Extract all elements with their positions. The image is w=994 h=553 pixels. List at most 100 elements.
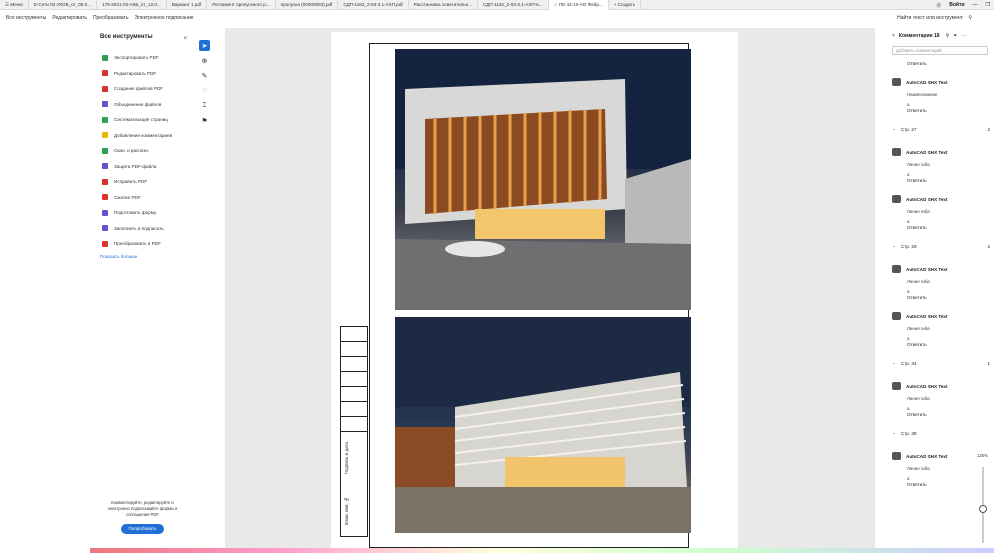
tool-item[interactable]: Преобразовать в PDF xyxy=(90,236,195,252)
close-icon[interactable]: × xyxy=(892,33,895,39)
tab-item[interactable]: + Создать xyxy=(609,0,642,10)
comments-panel: × Комментарии 18 ⚲ ⏷ ⋯ Добавить коммента… xyxy=(886,28,994,548)
avatar xyxy=(892,148,901,156)
menu-all-tools[interactable]: Все инструменты xyxy=(6,15,46,21)
stamp-icon[interactable]: ⚑ xyxy=(199,115,210,126)
comment-item[interactable]: AutoCAD SHX Text Линия гиба а Ответить xyxy=(886,312,994,347)
tab-item[interactable]: E-Сети 03 УКОБ_от_05.0... xyxy=(29,0,98,10)
promo-box: Комментируйте, редактируйте и электронно… xyxy=(100,500,185,534)
tab-item[interactable]: СДП-1162_2-03-3.1-АХП-в... xyxy=(478,0,549,10)
pen-icon[interactable]: ✎ xyxy=(199,70,210,81)
comment-item[interactable]: AutoCAD SHX Text Наименование а Ответить xyxy=(886,78,994,113)
comment-sub: а xyxy=(907,336,910,341)
panel-title: Все инструменты xyxy=(100,34,153,40)
tab-item[interactable]: 179-2021-03-АКБ_от_12.0... xyxy=(97,0,167,10)
promo-text: Комментируйте, редактируйте и электронно… xyxy=(107,500,178,517)
document-viewer[interactable]: Подпись и дата Взам. инв. № xyxy=(225,28,875,548)
zoom-slider-knob[interactable] xyxy=(979,505,987,513)
show-more-link[interactable]: Показать больше xyxy=(100,254,195,259)
tool-item[interactable]: Защита PDF-файла xyxy=(90,159,195,175)
filter-icon[interactable]: ⏷ xyxy=(953,33,957,39)
tool-icon xyxy=(102,240,108,247)
avatar xyxy=(892,452,901,460)
comment-text: Линия гиба xyxy=(907,466,930,471)
tab-item[interactable]: Вариант 1.pdf xyxy=(167,0,208,10)
menu-edit[interactable]: Редактировать xyxy=(52,15,87,21)
close-icon[interactable]: × xyxy=(183,36,187,42)
more-icon[interactable]: ⋯ xyxy=(961,33,966,39)
document-scrollbar[interactable] xyxy=(879,28,883,548)
search-icon[interactable]: ⚲ xyxy=(946,33,950,39)
tab-item[interactable]: Расстановка осветительн... xyxy=(409,0,479,10)
cursor-icon[interactable]: ➤ xyxy=(199,40,210,51)
comment-item[interactable]: AutoCAD SHX Text Линия гиба а Ответить xyxy=(886,195,994,230)
tab-item[interactable]: ☆ ПЕ 42-10-АО Фабр... xyxy=(548,0,609,10)
comment-item[interactable]: AutoCAD SHX Text Линия гиба а Ответить xyxy=(886,148,994,183)
reply-link[interactable]: Ответить xyxy=(907,482,994,487)
tab-item[interactable]: СДП-1162_2-03-3.1-АХП.pdf xyxy=(338,0,409,10)
tool-label: Добавление комментариев xyxy=(114,132,173,138)
tab-item[interactable]: ☰ Меню xyxy=(0,0,29,10)
tool-item[interactable]: Создание файлов PDF xyxy=(90,81,195,97)
comment-item[interactable]: AutoCAD SHX Text Линия гиба а Ответить xyxy=(886,382,994,417)
title-block-column: Подпись и дата Взам. инв. № xyxy=(340,326,368,537)
help-icon[interactable]: ⓪ xyxy=(936,2,941,9)
minimize-button[interactable]: — xyxy=(973,2,978,8)
tool-label: Подготовить форму xyxy=(114,210,157,216)
comment-sub: а xyxy=(907,102,910,107)
tool-icon xyxy=(102,194,108,201)
reply-link[interactable]: Ответить xyxy=(907,295,994,300)
reply-link[interactable]: Ответить xyxy=(907,342,994,347)
comment-author: AutoCAD SHX Text xyxy=(906,313,948,319)
page-label: Стр. 34 xyxy=(900,360,917,366)
tool-item[interactable]: Редактировать PDF xyxy=(90,66,195,82)
tool-icon xyxy=(102,70,108,77)
lasso-icon[interactable]: ◌ xyxy=(199,85,210,96)
tab-item[interactable]: Регламент пропускного р... xyxy=(207,0,276,10)
tool-item[interactable]: Скан. и распозн. xyxy=(90,143,195,159)
avatar xyxy=(892,312,901,320)
tool-icon xyxy=(102,116,108,123)
zoom-icon[interactable]: ⊕ xyxy=(199,55,210,66)
tool-label: Редактировать PDF xyxy=(114,70,157,76)
tool-item[interactable]: Экспортировать PDF xyxy=(90,50,195,66)
page-group-header[interactable]: ⌄ Стр. 29 2 xyxy=(886,239,994,253)
try-button[interactable]: Попробовать xyxy=(120,524,165,534)
page-group-header[interactable]: ⌄ Стр. 34 1 xyxy=(886,356,994,370)
comments-title: Комментарии 18 xyxy=(898,33,940,39)
reply-link[interactable]: Ответить xyxy=(907,412,994,417)
page-group-header[interactable]: ⌄ Стр. 27 2 xyxy=(886,122,994,136)
tab-item[interactable]: пропуска (00000003).pdf xyxy=(276,0,339,10)
tool-item[interactable]: Сжатие PDF xyxy=(90,190,195,206)
stamp-label-1: Подпись и дата xyxy=(344,442,349,475)
add-comment-input[interactable]: Добавить комментарий xyxy=(892,46,988,55)
find-tool[interactable]: Найти текст или инструмент ⚲ xyxy=(897,15,972,21)
tool-label: Создание файлов PDF xyxy=(114,86,164,92)
chevron-down-icon: ⌄ xyxy=(892,243,896,248)
tool-icon xyxy=(102,209,108,216)
restore-button[interactable]: ❐ xyxy=(986,2,990,8)
tool-item[interactable]: Заполнить и подписать xyxy=(90,221,195,237)
tool-icon xyxy=(102,54,108,61)
menu-convert[interactable]: Преобразовать xyxy=(93,15,129,21)
tool-icon xyxy=(102,132,108,139)
tool-item[interactable]: Исправить PDF xyxy=(90,174,195,190)
tool-item[interactable]: Объединение файлов xyxy=(90,97,195,113)
comment-item[interactable]: AutoCAD SHX Text Линия гиба а Ответить xyxy=(886,265,994,300)
reply-link[interactable]: Ответить xyxy=(907,108,994,113)
menu-esign[interactable]: Электронное подписание xyxy=(134,15,193,21)
page-label: Стр. 38 xyxy=(900,430,917,436)
tool-item[interactable]: Систематизация страниц xyxy=(90,112,195,128)
reply-link[interactable]: Ответить xyxy=(907,61,994,66)
login-button[interactable]: Войти xyxy=(949,2,964,8)
tool-item[interactable]: Подготовить форму xyxy=(90,205,195,221)
text-select-icon[interactable]: ⌶ xyxy=(199,100,210,111)
page-group-header[interactable]: ⌄ Стр. 38 xyxy=(886,426,994,440)
tool-item[interactable]: Добавление комментариев xyxy=(90,128,195,144)
zoom-label: 125% xyxy=(977,453,988,458)
chevron-down-icon: ⌄ xyxy=(892,126,896,131)
tool-label: Скан. и распозн. xyxy=(114,148,150,154)
reply-link[interactable]: Ответить xyxy=(907,225,994,230)
reply-link[interactable]: Ответить xyxy=(907,178,994,183)
comment-text: Линия гиба xyxy=(907,326,930,331)
